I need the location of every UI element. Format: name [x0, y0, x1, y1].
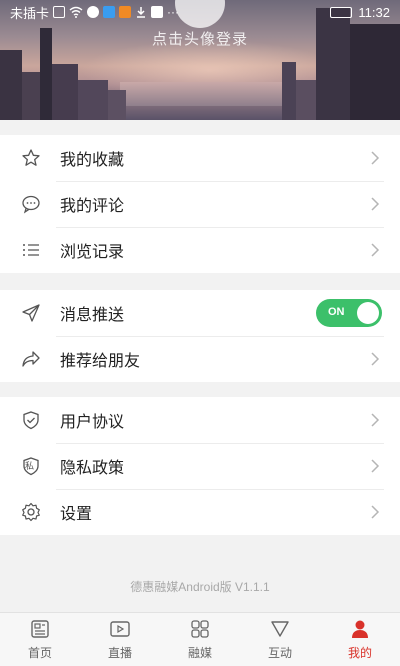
grid-icon: [191, 620, 209, 638]
menu-item-label: 用户协议: [60, 414, 125, 431]
building: [52, 64, 78, 120]
user-icon: [352, 620, 368, 638]
status-time: 11:32: [358, 4, 390, 20]
chevron-right-icon: [371, 413, 380, 427]
list-icon: [20, 239, 42, 261]
menu-item-label: 我的评论: [60, 198, 125, 215]
app-notification-icon: [151, 6, 164, 18]
login-prompt[interactable]: 点击头像登录: [0, 28, 400, 49]
menu-item-label: 浏览记录: [60, 244, 125, 261]
building: [108, 90, 126, 120]
header-banner: 点击头像登录 未插卡 ··· 11:32: [0, 0, 400, 120]
battery-icon: [330, 6, 353, 18]
menu-item-privacy-policy[interactable]: 私 隐私政策: [0, 443, 400, 489]
menu-item-history[interactable]: 浏览记录: [0, 227, 400, 273]
status-bar: 未插卡 ··· 11:32: [0, 0, 400, 24]
star-icon: [20, 147, 42, 169]
menu-item-favorites[interactable]: 我的收藏: [0, 135, 400, 181]
building: [282, 62, 296, 120]
send-icon: [20, 302, 42, 324]
tab-label: 融媒: [187, 646, 212, 660]
tab-label: 互动: [267, 646, 292, 660]
tab-label: 直播: [107, 646, 132, 660]
sim-icon: [53, 6, 66, 18]
menu-item-label: 我的收藏: [60, 152, 125, 169]
menu-group-2: 消息推送 ON 推荐给朋友: [0, 290, 400, 382]
shield-check-icon: [20, 409, 42, 431]
tab-media[interactable]: 融媒: [160, 613, 240, 666]
download-icon: [137, 7, 146, 18]
menu-item-recommend[interactable]: 推荐给朋友: [0, 336, 400, 382]
app-version: 德惠融媒Android版 V1.1.1: [130, 580, 270, 594]
wifi-icon: [69, 6, 83, 18]
privacy-icon-text: 私: [25, 461, 35, 471]
notification-icon: [87, 6, 100, 18]
chevron-right-icon: [371, 459, 380, 473]
interact-icon: [271, 621, 289, 637]
chevron-right-icon: [371, 505, 380, 519]
chevron-right-icon: [371, 243, 380, 257]
menu-item-label: 设置: [60, 506, 93, 523]
carrier-text: 未插卡: [10, 5, 50, 21]
live-icon: [110, 621, 130, 637]
home-icon: [31, 620, 49, 638]
bottom-tab-bar: 首页 直播 融媒 互动 我的: [0, 612, 400, 666]
toggle-knob: [357, 302, 379, 324]
push-toggle[interactable]: ON: [316, 299, 382, 327]
tab-home[interactable]: 首页: [0, 613, 80, 666]
share-icon: [20, 348, 42, 370]
app-notification-icon: [103, 6, 116, 18]
building: [0, 50, 22, 120]
building: [296, 80, 316, 120]
tab-mine[interactable]: 我的: [320, 613, 400, 666]
building: [22, 72, 40, 120]
chevron-right-icon: [371, 352, 380, 366]
gear-icon: [20, 501, 42, 523]
menu-group-3: 用户协议 私 隐私政策 设置: [0, 397, 400, 535]
tab-label: 首页: [27, 646, 52, 660]
menu-item-label: 隐私政策: [60, 460, 125, 477]
toggle-state: ON: [328, 306, 345, 318]
app-notification-icon: [119, 6, 132, 18]
privacy-shield-icon: 私: [20, 455, 42, 477]
building: [78, 80, 108, 120]
menu-item-push-notifications: 消息推送 ON: [0, 290, 400, 336]
chevron-right-icon: [371, 197, 380, 211]
building: [316, 8, 350, 120]
comment-icon: [20, 193, 42, 215]
tab-label: 我的: [347, 646, 372, 660]
menu-item-comments[interactable]: 我的评论: [0, 181, 400, 227]
menu-item-label: 推荐给朋友: [60, 353, 141, 370]
more-dots-icon: ···: [167, 5, 180, 19]
menu-item-user-agreement[interactable]: 用户协议: [0, 397, 400, 443]
menu-group-1: 我的收藏 我的评论 浏览记录: [0, 135, 400, 273]
chevron-right-icon: [371, 151, 380, 165]
menu-item-label: 消息推送: [60, 307, 125, 324]
tab-interact[interactable]: 互动: [240, 613, 320, 666]
menu-item-settings[interactable]: 设置: [0, 489, 400, 535]
tab-live[interactable]: 直播: [80, 613, 160, 666]
